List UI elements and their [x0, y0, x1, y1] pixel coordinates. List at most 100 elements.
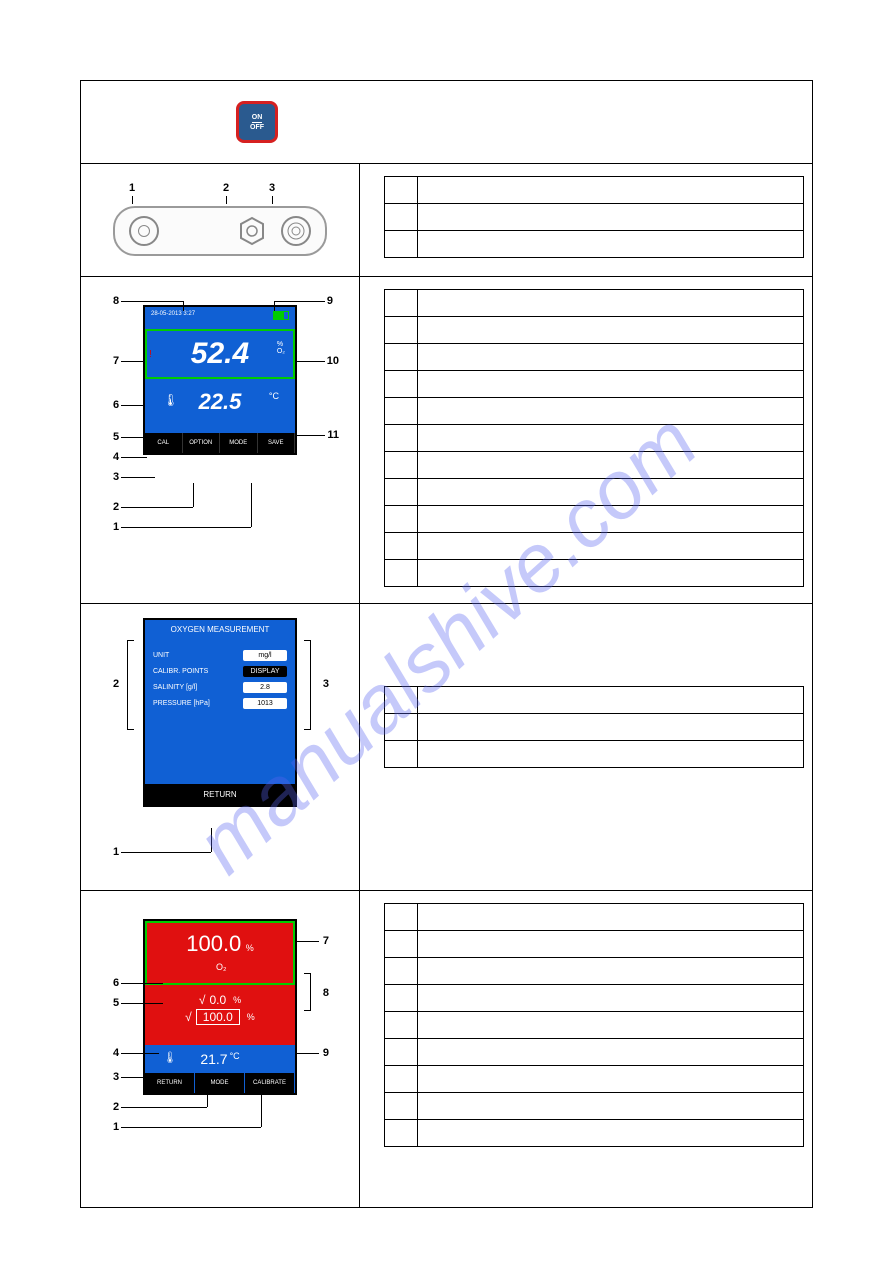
table-row [385, 506, 804, 533]
table-row [385, 231, 804, 258]
connector-3 [281, 216, 311, 246]
salinity-value[interactable]: 2.8 [243, 682, 287, 693]
callout: 2 [113, 501, 119, 513]
table-row [385, 533, 804, 560]
table-row [385, 687, 804, 714]
callout: 4 [113, 1047, 119, 1059]
callout: 11 [327, 429, 339, 441]
callout: 9 [327, 295, 333, 307]
thermometer-icon: 🌡 [163, 393, 178, 407]
screen2-row: OXYGEN MEASUREMENT UNIT mg/l CALIBR. POI… [81, 604, 812, 891]
onoff-row: ON OFF [81, 81, 812, 164]
check-icon: √ [199, 993, 206, 1007]
table-row [385, 344, 804, 371]
callout: 1 [113, 1121, 119, 1133]
screen1-desc-table [384, 289, 804, 587]
callout: 2 [113, 1101, 119, 1113]
callout: 2 [113, 678, 119, 690]
callout: 7 [113, 355, 119, 367]
connector-1 [129, 216, 159, 246]
callout: 6 [113, 399, 119, 411]
table-row [385, 1066, 804, 1093]
temp-reading: 22.5 [199, 389, 242, 415]
screen1-row: 28-05-2013 3:27 ! 52.4 %O₂ 🌡 22.5 °C [81, 277, 812, 604]
line1-unit: % [233, 995, 241, 1005]
callout: 8 [323, 987, 329, 999]
screen2-desc-table [384, 686, 804, 768]
table-row [385, 479, 804, 506]
callout: 3 [113, 1071, 119, 1083]
pressure-value[interactable]: 1013 [243, 698, 287, 709]
table-row [385, 714, 804, 741]
callout: 3 [113, 471, 119, 483]
table-row [385, 741, 804, 768]
table-row [385, 1012, 804, 1039]
mode-button[interactable]: MODE [195, 1073, 245, 1093]
cal-button[interactable]: CAL [145, 433, 183, 453]
table-row [385, 1120, 804, 1147]
calibr-label: CALIBR. POINTS [153, 668, 208, 675]
table-row [385, 290, 804, 317]
calibrate-button[interactable]: CALIBRATE [245, 1073, 295, 1093]
option-button[interactable]: OPTION [183, 433, 221, 453]
screen3-desc-table [384, 903, 804, 1147]
callout: 1 [113, 846, 119, 858]
thermometer-icon: 🌡 [163, 1051, 177, 1064]
on-label: ON [252, 114, 263, 123]
check-icon: √ [185, 1010, 192, 1024]
connector-2 [237, 216, 267, 246]
pressure-label: PRESSURE [hPa] [153, 700, 210, 707]
table-row [385, 398, 804, 425]
screen2-title: OXYGEN MEASUREMENT [145, 620, 295, 639]
battery-icon [273, 311, 289, 320]
save-button[interactable]: SAVE [258, 433, 296, 453]
callout: 4 [113, 451, 119, 463]
table-row [385, 425, 804, 452]
table-row [385, 931, 804, 958]
unit-value[interactable]: mg/l [243, 650, 287, 661]
off-label: OFF [250, 124, 264, 131]
line1-value: 0.0 [209, 993, 226, 1007]
document-page: manualshive.com ON OFF 1 2 3 [80, 80, 813, 1208]
cal-temp-unit: °C [230, 1051, 240, 1061]
calibr-value[interactable]: DISPLAY [243, 666, 287, 677]
screen3-row: 100.0 % O₂ √ 0.0 % √ 100.0 % [81, 891, 812, 1207]
connector-label-2: 2 [223, 182, 229, 194]
callout: 5 [113, 431, 119, 443]
table-row [385, 958, 804, 985]
table-row [385, 317, 804, 344]
cal-temp-value: 21.7 [200, 1051, 227, 1067]
connector-label-3: 3 [269, 182, 275, 194]
salinity-label: SALINITY [g/l] [153, 684, 197, 691]
return-button[interactable]: RETURN [145, 1073, 195, 1093]
callout: 6 [113, 977, 119, 989]
main-reading: 52.4 [191, 337, 249, 371]
table-row [385, 560, 804, 587]
line2-unit: % [247, 1012, 255, 1022]
table-row [385, 371, 804, 398]
callout: 3 [323, 678, 329, 690]
callout: 7 [323, 935, 329, 947]
connectors-desc-table [384, 176, 804, 258]
table-row [385, 1093, 804, 1120]
power-button[interactable]: ON OFF [236, 101, 278, 143]
callout: 9 [323, 1047, 329, 1059]
callout: 8 [113, 295, 119, 307]
device-screen-3: 100.0 % O₂ √ 0.0 % √ 100.0 % [143, 919, 297, 1095]
mode-button[interactable]: MODE [220, 433, 258, 453]
datetime-label: 28-05-2013 3:27 [151, 311, 195, 329]
table-row [385, 904, 804, 931]
unit-label: UNIT [153, 652, 169, 659]
cal-main-value: 100.0 [186, 931, 241, 956]
callout: 10 [327, 355, 339, 367]
main-unit: %O₂ [277, 341, 285, 355]
table-row [385, 177, 804, 204]
table-row [385, 204, 804, 231]
callout: 5 [113, 997, 119, 1009]
connectors-row: 1 2 3 [81, 164, 812, 277]
table-row [385, 452, 804, 479]
connector-label-1: 1 [129, 182, 135, 194]
device-screen-1: 28-05-2013 3:27 ! 52.4 %O₂ 🌡 22.5 °C [143, 305, 297, 455]
warning-icon: ! [149, 349, 152, 360]
return-button[interactable]: RETURN [145, 784, 295, 805]
